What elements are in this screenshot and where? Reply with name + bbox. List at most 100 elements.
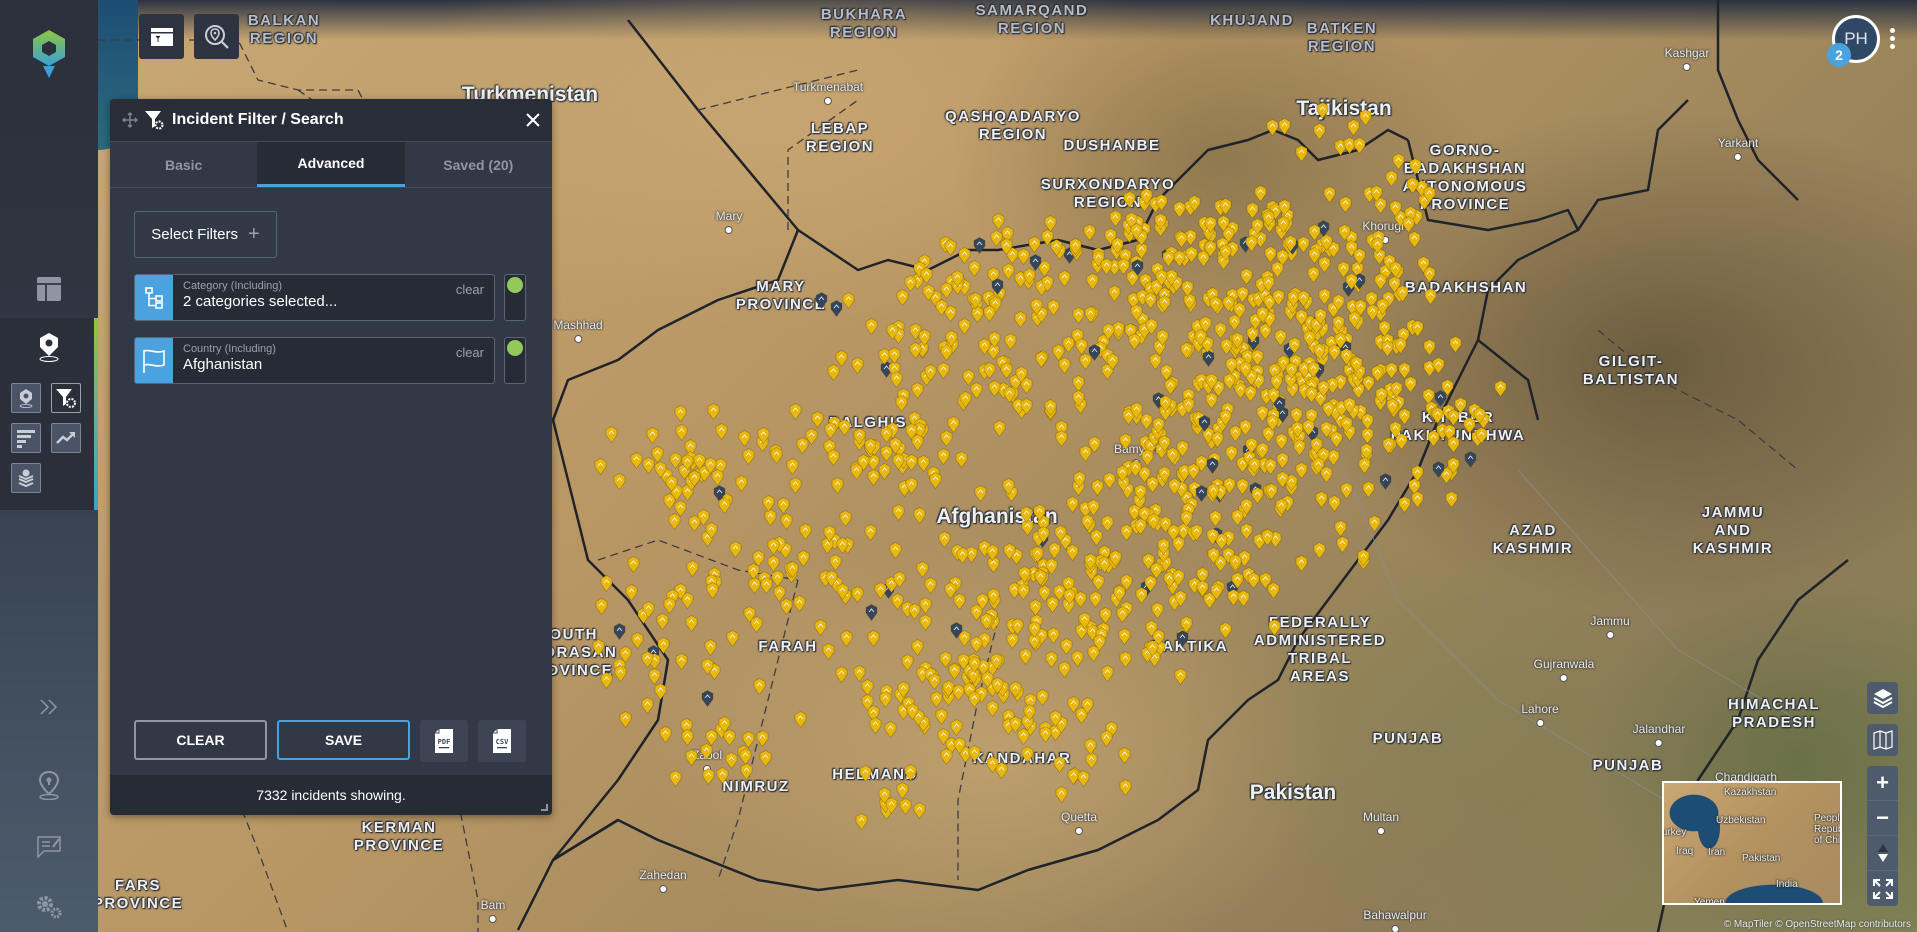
tool-trend[interactable]: [51, 423, 81, 453]
tab-advanced[interactable]: Advanced: [257, 142, 405, 187]
close-icon[interactable]: [526, 113, 540, 127]
app-logo[interactable]: [30, 28, 68, 80]
map-label: KANDAHAR: [972, 750, 1072, 767]
tool-layers-pin[interactable]: [11, 463, 41, 493]
clear-button[interactable]: CLEAR: [134, 720, 267, 760]
notification-badge[interactable]: 2: [1827, 43, 1851, 67]
window-icon: [150, 27, 173, 46]
fullscreen-button[interactable]: [1867, 871, 1898, 906]
rail-reports[interactable]: [34, 832, 64, 862]
map-label: QASHQADARYO REGION: [945, 108, 1081, 143]
rail-settings[interactable]: [34, 892, 64, 922]
map-label: HIMACHAL PRADESH: [1728, 696, 1820, 731]
enabled-indicator: [507, 340, 523, 356]
tool-filter-settings[interactable]: [51, 383, 81, 413]
tool-bar-chart[interactable]: [11, 423, 41, 453]
overview-minimap[interactable]: Kazakhstan Uzbekistan Turkey Iraq Iran P…: [1662, 781, 1842, 905]
map-label-country: Pakistan: [1249, 781, 1337, 804]
city-label: Turkmenabat: [793, 80, 863, 105]
minimap-label: Iran: [1708, 847, 1726, 858]
map-label: HELMAND: [832, 766, 918, 783]
incident-count-status: 7332 incidents showing.: [110, 775, 552, 815]
filter-category-toggle[interactable]: [504, 274, 526, 321]
basemap-button[interactable]: [1867, 724, 1898, 756]
rail-location[interactable]: [34, 768, 64, 802]
tab-saved[interactable]: Saved (20): [405, 142, 552, 187]
filter-label: Category (Including): [183, 280, 283, 292]
export-csv-button[interactable]: CSV: [478, 720, 526, 762]
tool-incident-pin[interactable]: [11, 383, 41, 413]
incident-filter-panel: Incident Filter / Search Basic Advanced …: [110, 99, 552, 815]
city-label: Bahawalpur: [1363, 908, 1426, 932]
map-label: SAMARQAND REGION: [975, 2, 1089, 37]
layers-button[interactable]: [1867, 682, 1898, 714]
hierarchy-icon: [135, 275, 173, 320]
city-label: Quetta: [1061, 810, 1097, 835]
minimap-label: India: [1776, 879, 1798, 890]
filter-country-toggle[interactable]: [504, 337, 526, 384]
zoom-controls: + −: [1867, 766, 1898, 906]
map-attribution[interactable]: © MapTiler © OpenStreetMap contributors: [1724, 919, 1911, 930]
layout-icon: [37, 277, 61, 301]
map-fold-icon: [1872, 730, 1893, 750]
location-search-button[interactable]: [194, 14, 239, 59]
map-label: MARY PROVINCE: [735, 278, 827, 313]
map-label: FEDERALLY ADMINISTERED TRIBAL AREAS: [1253, 614, 1387, 685]
tab-basic[interactable]: Basic: [110, 142, 257, 187]
save-button[interactable]: SAVE: [277, 720, 410, 760]
resize-handle[interactable]: [541, 804, 548, 811]
panel-actions: CLEAR SAVE PDF CSV: [134, 720, 526, 762]
city-label: Gujranwala: [1534, 657, 1595, 682]
svg-text:PDF: PDF: [438, 738, 451, 746]
zoom-in-button[interactable]: +: [1867, 766, 1898, 801]
rail-expand[interactable]: [34, 692, 64, 722]
city-label: Zahedan: [639, 868, 686, 893]
note-edit-icon: [37, 836, 61, 859]
panel-title: Incident Filter / Search: [172, 111, 344, 128]
city-label: Bam: [481, 898, 506, 923]
move-handle-icon[interactable]: [122, 112, 138, 128]
map-label: GILGIT- BALTISTAN: [1582, 353, 1680, 388]
csv-file-icon: CSV: [493, 729, 511, 753]
map-label: PUNJAB: [1592, 757, 1664, 774]
map-label: NIMRUZ: [722, 778, 790, 795]
filter-country[interactable]: Country (Including) Afghanistan clear: [134, 337, 495, 384]
clear-filter-link[interactable]: clear: [456, 282, 484, 297]
plus-icon: +: [248, 223, 260, 245]
location-pin-icon: [38, 770, 60, 800]
export-pdf-button[interactable]: PDF: [420, 720, 468, 762]
clear-filter-link[interactable]: clear: [456, 345, 484, 360]
map-label: KERMAN PROVINCE: [353, 819, 445, 854]
zoom-out-button[interactable]: −: [1867, 801, 1898, 836]
map-label-country: Afghanistan: [936, 505, 1058, 528]
city-label: Lahore: [1521, 702, 1558, 727]
map-label: LEBAP REGION: [805, 120, 875, 155]
select-filters-button[interactable]: Select Filters +: [134, 211, 277, 258]
map-label: DUSHANBE: [1063, 137, 1161, 154]
trend-up-icon: [56, 432, 75, 444]
filter-gear-icon: [145, 111, 164, 130]
svg-text:CSV: CSV: [496, 738, 509, 746]
city-label: Zabol: [692, 748, 722, 773]
filter-label: Country (Including): [183, 343, 276, 355]
city-label: Mary: [716, 209, 743, 234]
minimap-label: Pakistan: [1742, 853, 1781, 864]
dashboard-view-button[interactable]: [139, 14, 184, 59]
map-label: PAKTIKA: [1151, 638, 1229, 655]
compass-button[interactable]: [1867, 836, 1898, 871]
panel-header: Incident Filter / Search: [110, 99, 552, 142]
map-label-country: Tajikistan: [1296, 97, 1392, 120]
minimap-label: People's Republic of China: [1814, 813, 1841, 846]
map-label: FARAH: [758, 638, 818, 655]
filter-value: Afghanistan: [183, 356, 263, 373]
filter-gear-icon: [56, 389, 76, 408]
layers-pin-icon: [18, 469, 34, 488]
map-label: KHUJAND: [1210, 12, 1294, 29]
rail-dashboard[interactable]: [0, 260, 98, 318]
pin-icon: [19, 389, 33, 408]
filter-category[interactable]: Category (Including) 2 categories select…: [134, 274, 495, 321]
chevron-double-right-icon: [40, 699, 58, 715]
rail-incidents-map[interactable]: [34, 330, 64, 364]
map-label: BATKEN REGION: [1306, 20, 1378, 55]
more-menu-icon[interactable]: [1890, 28, 1896, 52]
